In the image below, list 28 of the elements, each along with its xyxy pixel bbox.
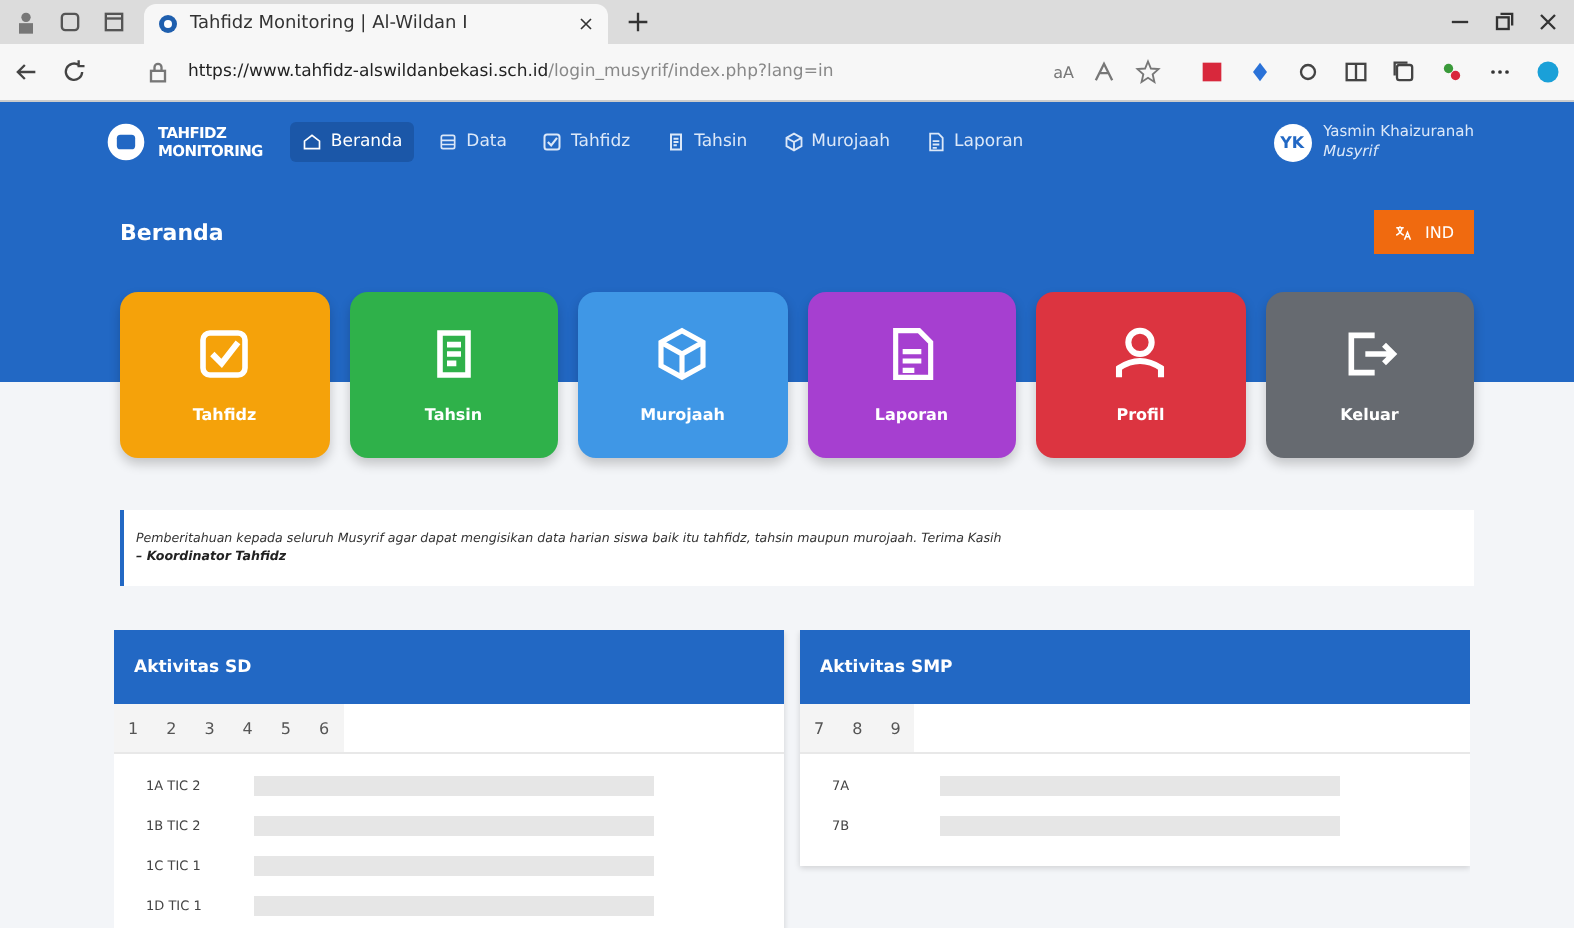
nav-item[interactable]: Tahfidz bbox=[530, 122, 643, 162]
menu-tile[interactable]: Murojaah bbox=[578, 292, 787, 458]
nav-item[interactable]: Tahsin bbox=[654, 122, 760, 162]
tab[interactable]: 7 bbox=[800, 704, 839, 752]
tab[interactable]: 4 bbox=[228, 704, 267, 752]
panel-header: Aktivitas SD bbox=[114, 630, 784, 704]
language-button[interactable]: IND bbox=[1374, 210, 1474, 254]
reader-button[interactable]: aA bbox=[1053, 63, 1074, 81]
menu-tile[interactable]: Keluar bbox=[1265, 292, 1474, 458]
page-title: Beranda bbox=[120, 219, 224, 245]
nav-item[interactable]: Murojaah bbox=[771, 122, 903, 162]
tab[interactable]: 6 bbox=[304, 704, 344, 752]
menu-tile[interactable]: Tahsin bbox=[349, 292, 558, 458]
tab[interactable]: 1 bbox=[114, 704, 153, 752]
url-text: https://www.tahfidz-alswildanbekasi.sch.id/login_musyrif/index.php?lang=in bbox=[188, 62, 834, 82]
browser-tab[interactable]: Tahfidz Monitoring | Al-Wildan I bbox=[144, 4, 608, 44]
panel-header: Aktivitas SMP bbox=[800, 630, 1470, 704]
tab[interactable]: 9 bbox=[876, 704, 915, 752]
tab[interactable]: 5 bbox=[266, 704, 305, 752]
tab[interactable]: 8 bbox=[838, 704, 877, 752]
nav-item[interactable]: Laporan bbox=[914, 122, 1036, 162]
nav-item[interactable]: Beranda bbox=[290, 122, 415, 162]
tab[interactable]: 2 bbox=[152, 704, 191, 752]
avatar[interactable]: YK bbox=[1273, 123, 1312, 161]
nav-item[interactable]: Data bbox=[426, 122, 519, 162]
menu-tile[interactable]: Laporan bbox=[807, 292, 1016, 458]
tab[interactable]: 3 bbox=[190, 704, 229, 752]
menu-tile[interactable]: Profil bbox=[1036, 292, 1245, 458]
